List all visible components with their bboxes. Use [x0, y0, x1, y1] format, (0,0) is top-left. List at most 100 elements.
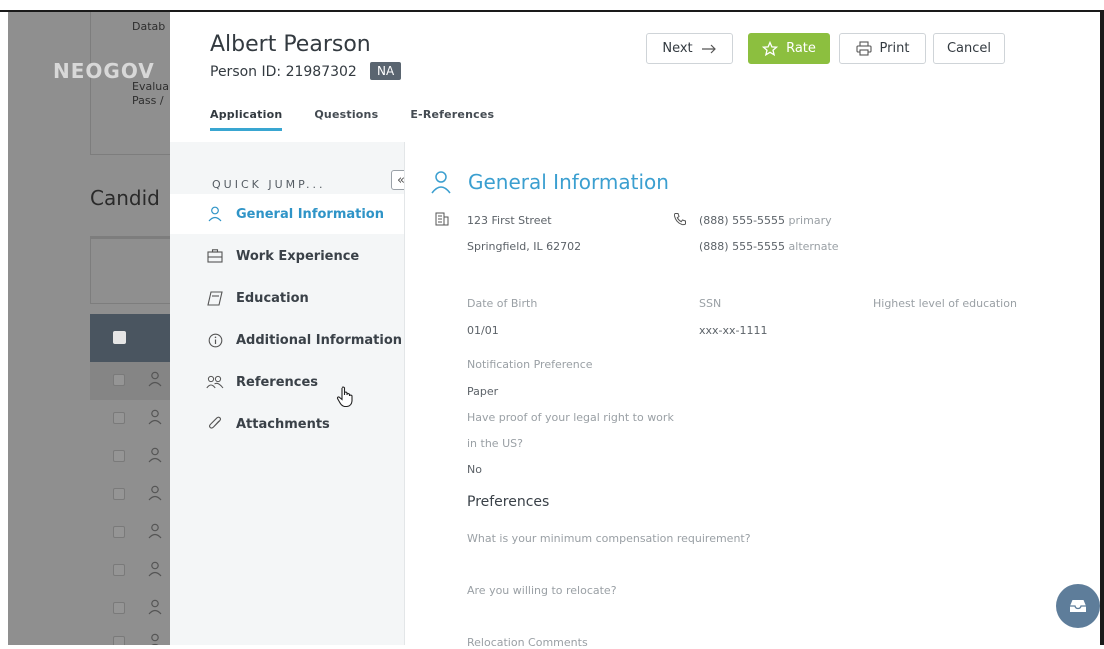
- row-checkbox: [113, 636, 125, 645]
- sidebar-item-label: Attachments: [236, 416, 330, 432]
- sidebar-item-education[interactable]: Education: [170, 278, 404, 318]
- background-card-line: Pass /: [132, 94, 164, 107]
- address-line-1: 123 First Street: [467, 214, 552, 227]
- sidebar-item-work-experience[interactable]: Work Experience: [170, 236, 404, 276]
- dob-label: Date of Birth: [467, 297, 538, 310]
- quick-jump-heading: QUICK JUMP...: [212, 178, 326, 191]
- tab-bar: Application Questions E-References: [210, 108, 494, 131]
- user-icon: [206, 205, 224, 223]
- building-icon: [435, 212, 449, 226]
- background-card-line: Datab: [132, 20, 166, 33]
- info-icon: [206, 331, 224, 349]
- candidates-heading: Candid: [90, 186, 160, 210]
- person-id: Person ID: 21987302: [210, 64, 357, 80]
- preferences-heading: Preferences: [467, 494, 550, 510]
- user-icon: [151, 633, 159, 645]
- compensation-question: What is your minimum compensation requir…: [467, 532, 751, 545]
- neogov-logo: NEOGOV: [53, 59, 155, 83]
- rate-label: Rate: [786, 41, 816, 56]
- relocation-comments-label: Relocation Comments: [467, 636, 588, 649]
- sidebar-item-label: Education: [236, 290, 309, 306]
- sidebar-item-additional-information[interactable]: Additional Information: [170, 320, 404, 360]
- sidebar-item-attachments[interactable]: Attachments: [170, 404, 404, 444]
- table-row: [90, 362, 170, 400]
- sidebar-item-label: Additional Information: [236, 332, 403, 348]
- book-icon: [206, 289, 224, 307]
- row-checkbox: [113, 488, 125, 500]
- rate-button[interactable]: Rate: [748, 33, 830, 64]
- arrow-right-icon: [701, 44, 716, 53]
- inbox-button[interactable]: [1056, 584, 1100, 628]
- sidebar-item-label: References: [236, 374, 319, 390]
- user-icon: [148, 371, 162, 387]
- cancel-label: Cancel: [946, 41, 992, 56]
- ssn-value: xxx-xx-1111: [699, 324, 768, 337]
- section-title: General Information: [468, 170, 669, 194]
- row-checkbox: [113, 526, 125, 538]
- phone-type: primary: [788, 214, 832, 227]
- background-table-header: [90, 314, 170, 362]
- background-filter-box: [90, 236, 170, 304]
- phone-primary: (888) 555-5555 primary: [699, 214, 832, 227]
- star-icon: [762, 40, 779, 56]
- sidebar-item-label: General Information: [236, 206, 384, 222]
- application-dialog: Albert Pearson Person ID: 21987302 NA Ne…: [170, 12, 1100, 649]
- table-row: [90, 476, 170, 514]
- next-button[interactable]: Next: [646, 33, 733, 64]
- table-row: [90, 624, 170, 645]
- select-all-checkbox: [113, 331, 126, 344]
- user-icon: [148, 409, 162, 425]
- row-checkbox: [113, 450, 125, 462]
- table-row: [90, 590, 170, 628]
- table-row: [90, 514, 170, 552]
- row-checkbox: [113, 412, 125, 424]
- user-icon: [148, 523, 162, 539]
- legal-right-label: Have proof of your legal right to work: [467, 411, 674, 424]
- users-icon: [206, 373, 224, 391]
- dob-value: 01/01: [467, 324, 499, 337]
- user-icon: [148, 485, 162, 501]
- legal-right-label-cont: in the US?: [467, 437, 523, 450]
- sidebar-item-label: Work Experience: [236, 248, 360, 264]
- phone-number: (888) 555-5555: [699, 214, 786, 227]
- address-line-2: Springfield, IL 62702: [467, 240, 582, 253]
- tab-e-references[interactable]: E-References: [410, 108, 494, 131]
- notification-preference-value: Paper: [467, 385, 499, 398]
- paperclip-icon: [206, 415, 224, 433]
- general-information-panel: General Information 123 First Street Spr…: [404, 142, 1100, 649]
- tab-application[interactable]: Application: [210, 108, 283, 131]
- ssn-label: SSN: [699, 297, 722, 310]
- print-button[interactable]: Print: [839, 33, 926, 64]
- cancel-button[interactable]: Cancel: [933, 33, 1005, 64]
- screen: Datab Evalua Pass / NEOGOV Candid Albert…: [0, 0, 1104, 649]
- inbox-icon: [1070, 600, 1086, 612]
- quick-jump-sidebar: QUICK JUMP... « General Information Work…: [170, 142, 411, 645]
- background-page: Datab Evalua Pass / NEOGOV Candid: [8, 12, 170, 645]
- phone-icon: [673, 213, 686, 226]
- notification-preference-label: Notification Preference: [467, 358, 593, 371]
- relocate-question: Are you willing to relocate?: [467, 584, 617, 597]
- user-icon: [148, 447, 162, 463]
- status-badge: NA: [370, 62, 402, 80]
- phone-number: (888) 555-5555: [699, 240, 786, 253]
- briefcase-icon: [206, 247, 224, 265]
- printer-icon: [855, 41, 872, 56]
- education-level-label: Highest level of education: [873, 297, 1017, 310]
- applicant-name: Albert Pearson: [210, 32, 371, 57]
- hand-cursor-icon: [336, 386, 353, 408]
- legal-right-value: No: [467, 463, 482, 476]
- sidebar-item-general-information[interactable]: General Information: [170, 194, 404, 234]
- user-icon: [148, 561, 162, 577]
- sidebar-item-references[interactable]: References: [170, 362, 404, 402]
- tab-questions[interactable]: Questions: [314, 108, 378, 131]
- row-checkbox: [113, 564, 125, 576]
- row-checkbox: [113, 374, 125, 386]
- table-row: [90, 438, 170, 476]
- right-border: [1100, 10, 1104, 645]
- table-row: [90, 400, 170, 438]
- table-row: [90, 552, 170, 590]
- row-checkbox: [113, 602, 125, 614]
- phone-alternate: (888) 555-5555 alternate: [699, 240, 839, 253]
- dialog-body: QUICK JUMP... « General Information Work…: [170, 142, 1100, 649]
- print-label: Print: [879, 41, 910, 56]
